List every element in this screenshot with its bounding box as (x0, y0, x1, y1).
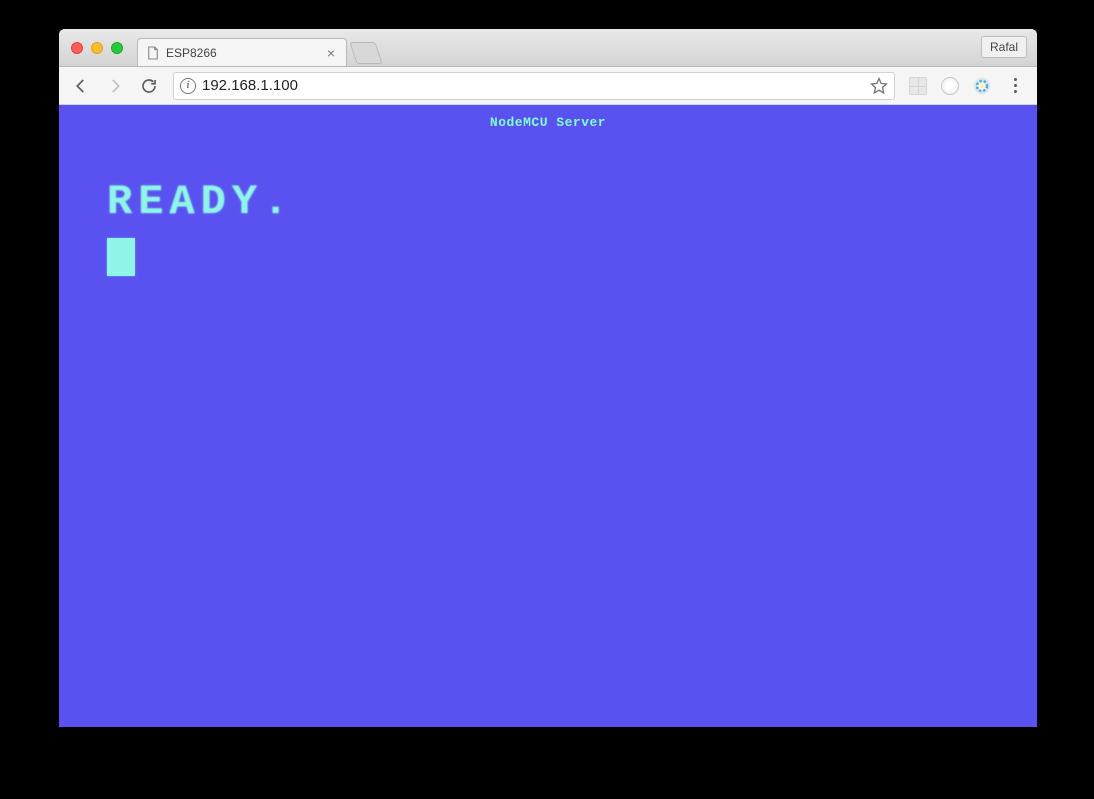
extension-grid-icon[interactable] (905, 73, 931, 99)
url-text[interactable]: 192.168.1.100 (202, 77, 864, 94)
maximize-window-button[interactable] (111, 42, 123, 54)
close-window-button[interactable] (71, 42, 83, 54)
toolbar: i 192.168.1.100 (59, 67, 1037, 105)
menu-button[interactable] (1001, 72, 1029, 100)
extension-circle-icon[interactable] (937, 73, 963, 99)
forward-button[interactable] (101, 72, 129, 100)
tab-title: ESP8266 (166, 46, 324, 60)
terminal-cursor (107, 238, 135, 276)
address-bar[interactable]: i 192.168.1.100 (173, 72, 895, 100)
page-viewport: NodeMCU Server READY. (59, 105, 1037, 727)
window-controls (59, 42, 123, 54)
profile-name: Rafal (990, 40, 1018, 54)
profile-button[interactable]: Rafal (981, 36, 1027, 58)
reload-button[interactable] (135, 72, 163, 100)
terminal-area: READY. (59, 130, 1037, 276)
new-tab-button[interactable] (349, 42, 382, 64)
tab-active[interactable]: ESP8266 × (137, 38, 347, 66)
browser-window: ESP8266 × Rafal i 192.168.1.100 (59, 29, 1037, 727)
page-header: NodeMCU Server (59, 105, 1037, 130)
terminal-ready-text: READY. (107, 178, 989, 226)
file-icon (146, 46, 160, 60)
tabs-row: ESP8266 × (137, 29, 379, 66)
titlebar: ESP8266 × Rafal (59, 29, 1037, 67)
minimize-window-button[interactable] (91, 42, 103, 54)
close-tab-icon[interactable]: × (324, 46, 338, 60)
site-info-icon[interactable]: i (180, 78, 196, 94)
bookmark-star-icon[interactable] (870, 77, 888, 95)
back-button[interactable] (67, 72, 95, 100)
extension-gear-icon[interactable] (969, 73, 995, 99)
